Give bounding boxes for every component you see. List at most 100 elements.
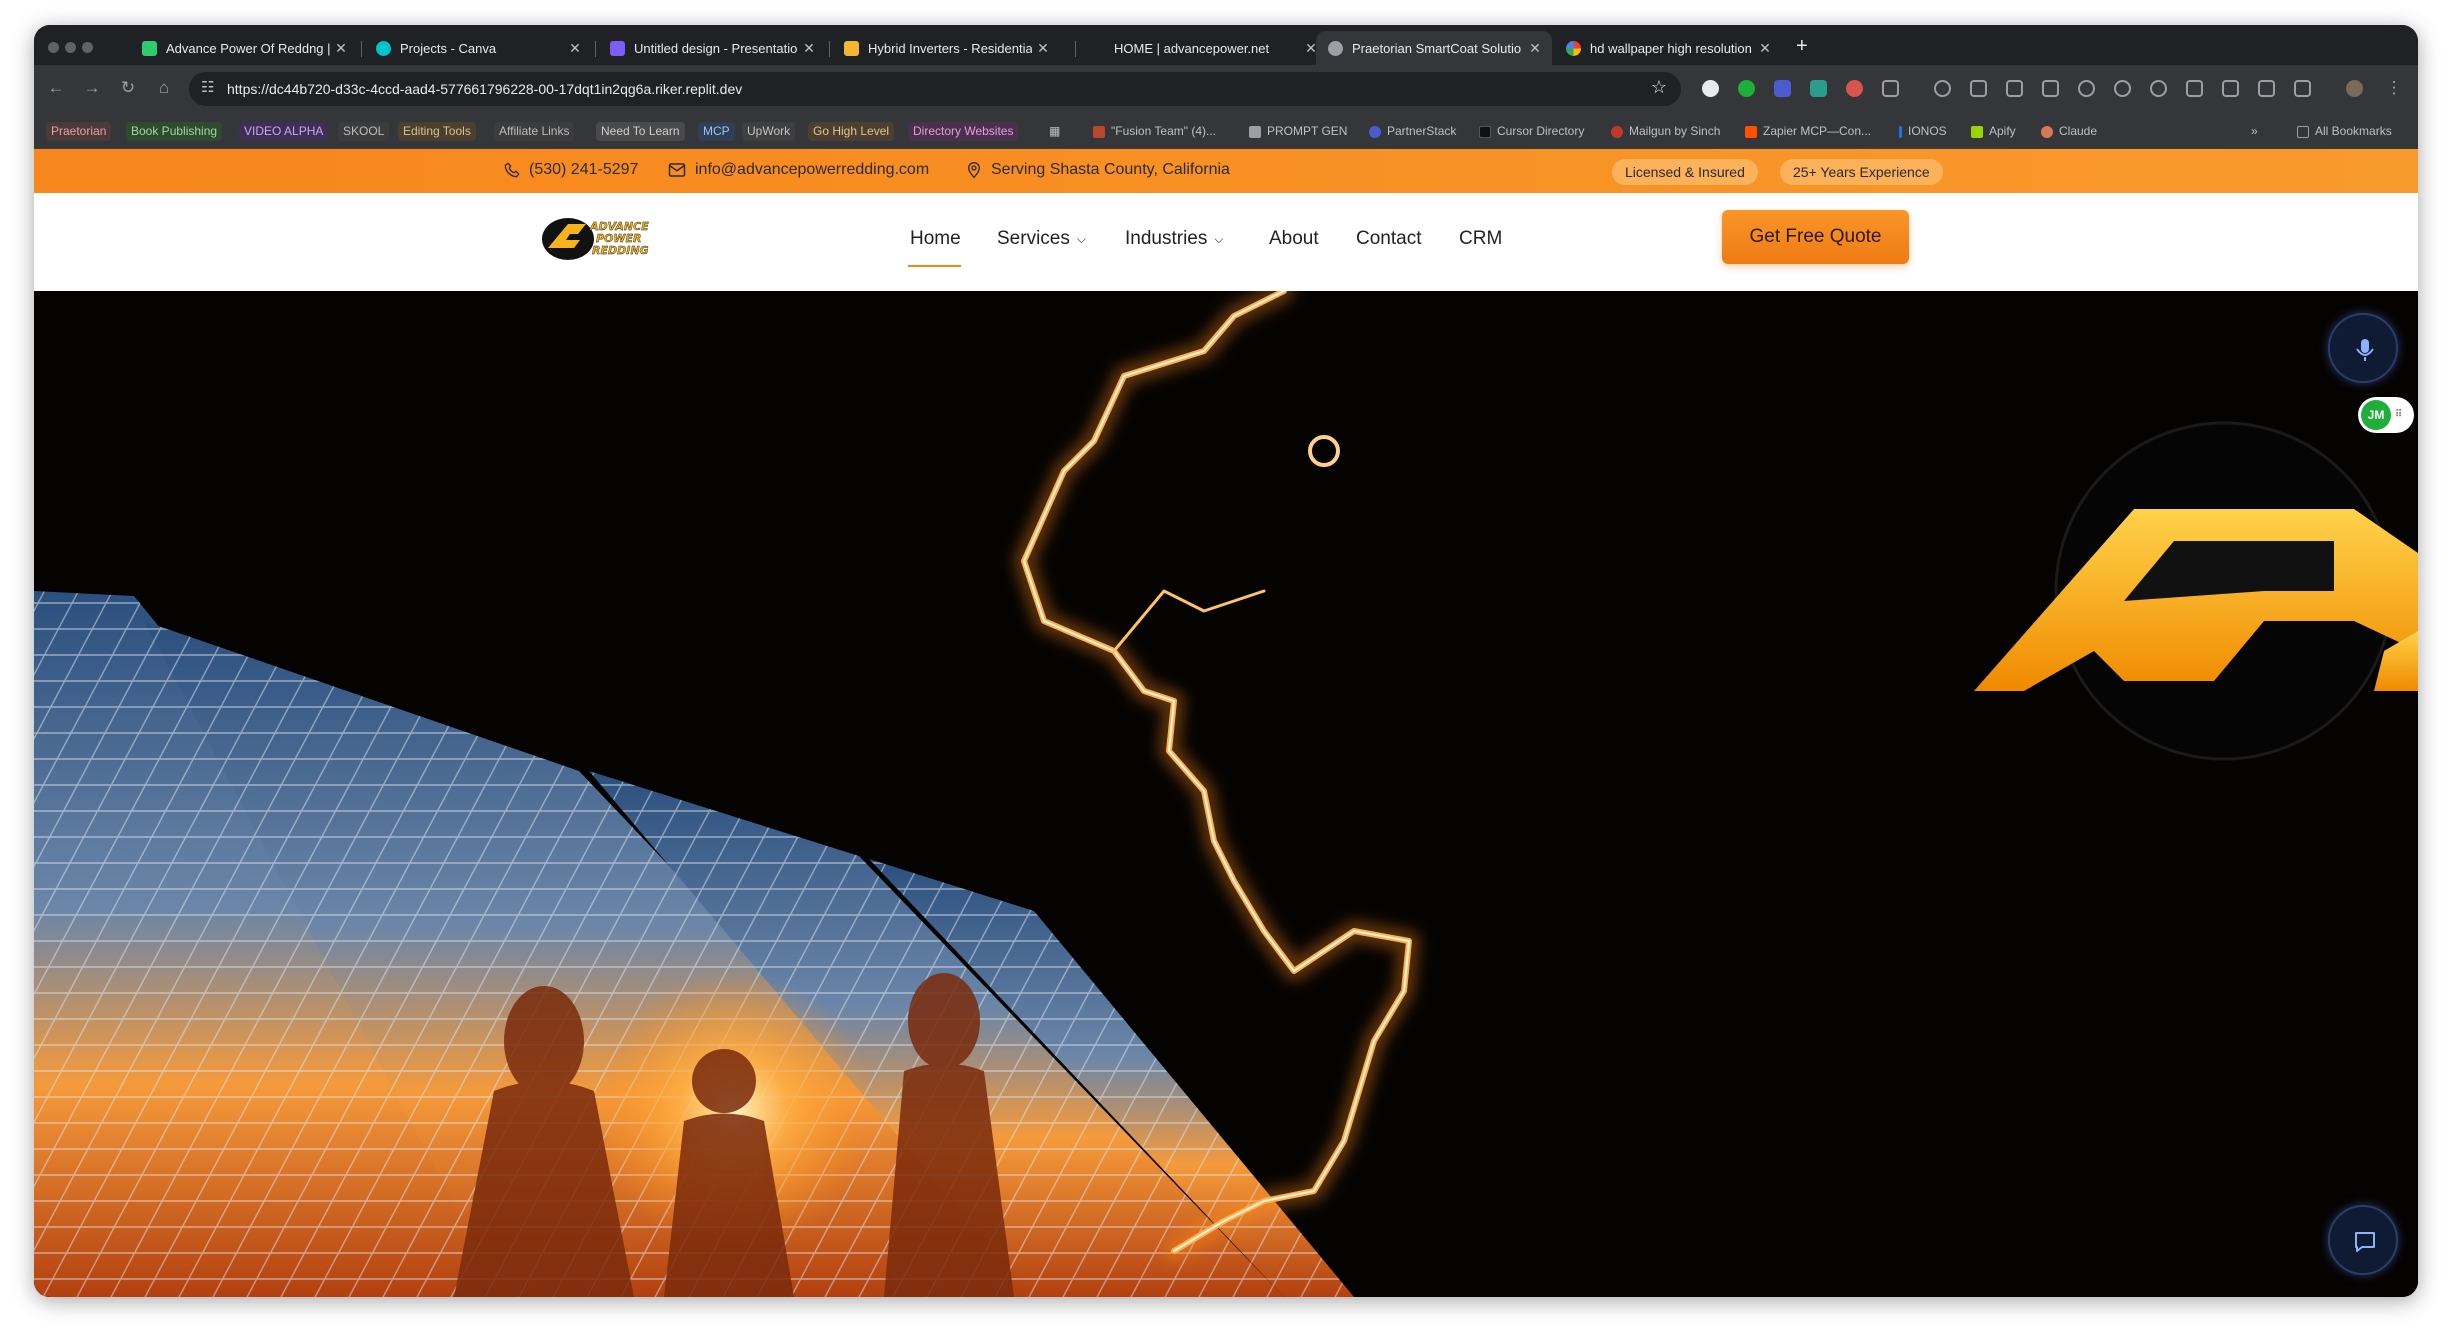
download-icon[interactable] [2294,80,2311,97]
extension-icon[interactable] [1702,80,1719,97]
browser-toolbar: ← → ↻ ⌂ ☷ https://dc44b720-d33c-4ccd-aad… [34,65,2418,113]
bookmark-label: Apify [1989,124,2016,138]
history-icon[interactable] [2150,80,2167,97]
site-logo[interactable]: ADVANCE POWER REDDING [540,212,680,262]
bookmark-link[interactable]: PROMPT GEN [1244,122,1352,141]
bookmark-link[interactable]: Mailgun by Sinch [1606,122,1725,141]
forward-icon[interactable]: → [80,78,104,98]
bookmark-link[interactable]: Claude [2036,122,2102,141]
chat-widget-button[interactable] [2328,1205,2398,1275]
drag-handle-icon[interactable]: ⠿ [2395,400,2402,430]
jm-extension-badge[interactable]: JM ⠿ [2358,397,2414,433]
jm-badge-text: JM [2361,400,2391,430]
tab-close-icon[interactable]: ✕ [564,40,586,57]
chevron-down-icon: ⌵ [1076,231,1086,246]
bookmark-folder[interactable]: SKOOL [338,122,390,141]
profile-avatar[interactable] [2346,80,2363,97]
licensed-badge: Licensed & Insured [1612,159,1758,185]
key-icon[interactable] [2078,80,2095,97]
chevron-down-icon: ⌵ [1214,231,1224,246]
get-free-quote-button[interactable]: Get Free Quote [1722,210,1909,264]
tab-close-icon[interactable]: ✕ [1754,40,1776,57]
bookmark-link[interactable]: PartnerStack [1364,122,1461,141]
tab-close-icon[interactable]: ✕ [798,40,820,57]
extension-icon[interactable] [1774,80,1791,97]
bookmark-link[interactable]: "Fusion Team" (4)... [1088,122,1221,141]
close-window-dot[interactable] [48,42,59,53]
address-bar[interactable]: ☷ https://dc44b720-d33c-4ccd-aad4-577661… [189,72,1681,106]
extension-icon[interactable] [1970,80,1987,97]
bookmark-folder[interactable]: Book Publishing [126,122,223,141]
nav-industries[interactable]: Industries ⌵ [1125,228,1223,250]
tab-close-icon[interactable]: ✕ [1032,40,1054,57]
new-tab-button[interactable]: + [1796,35,1808,58]
email-address: info@advancepowerredding.com [695,161,930,178]
tab-close-icon[interactable]: ✕ [1524,40,1546,57]
active-nav-underline [908,265,961,267]
bookmark-folder[interactable]: Praetorian [46,122,112,141]
phone-icon [504,162,520,178]
more-bookmarks-icon[interactable]: » [2246,122,2263,141]
reload-icon[interactable]: ↻ [116,78,140,98]
bookmark-folder[interactable]: MCP [698,122,735,141]
puzzle-icon[interactable] [1882,80,1899,97]
tab-title: hd wallpaper high resolution [1590,40,1752,56]
browser-tab[interactable]: Advance Power Of Reddng | P ✕ [130,31,358,65]
bookmark-link[interactable]: Cursor Directory [1474,122,1589,141]
tab-bar: Advance Power Of Reddng | P ✕ Projects -… [34,25,2418,65]
bookmark-label: IONOS [1908,124,1947,138]
bookmark-folder[interactable]: Affiliate Links [494,122,575,141]
code-icon[interactable] [2186,80,2203,97]
bookmark-star-icon[interactable]: ☆ [1651,77,1667,98]
extension-icon[interactable] [1738,80,1755,97]
nav-services[interactable]: Services ⌵ [997,228,1086,250]
email-link[interactable]: info@advancepowerredding.com [668,161,929,179]
translate-icon[interactable] [2258,80,2275,97]
site-settings-icon[interactable]: ☷ [201,78,214,96]
voice-assistant-button[interactable] [2328,313,2398,383]
bookmark-folder[interactable]: Need To Learn [596,122,685,141]
hero-section: JM ⠿ [34,291,2418,1297]
bookmark-link[interactable]: Zapier MCP—Con... [1740,122,1876,141]
tab-close-icon[interactable]: ✕ [330,40,352,57]
phone-link[interactable]: (530) 241-5297 [504,161,638,179]
browser-tab[interactable]: HOME | advancepower.net ✕ [1078,31,1328,65]
bookmark-folder[interactable]: VIDEO ALPHA [239,122,329,141]
bookmark-folder[interactable]: Go High Level [808,122,895,141]
extension-icon[interactable] [1846,80,1863,97]
bookmark-link[interactable]: Apify [1966,122,2021,141]
extension-icon[interactable] [1810,80,1827,97]
link-icon[interactable] [1934,80,1951,97]
star-icon[interactable] [2114,80,2131,97]
bookmark-folder[interactable]: UpWork [742,122,796,141]
menu-icon[interactable]: ⋮ [2382,78,2406,98]
bookmark-folder[interactable]: Directory Websites [908,122,1019,141]
nav-home[interactable]: Home [910,228,961,250]
tab-favicon-icon [376,40,391,56]
back-icon[interactable]: ← [44,78,68,98]
tab-title: Untitled design - Presentation [634,40,798,56]
extension-icon[interactable] [2006,80,2023,97]
minimize-window-dot[interactable] [65,42,76,53]
bookmark-link[interactable]: IONOS [1894,122,1952,141]
nav-contact[interactable]: Contact [1356,228,1421,250]
bookmark-label: Mailgun by Sinch [1629,124,1721,138]
trash-icon[interactable] [2222,80,2239,97]
zoom-window-dot[interactable] [82,42,93,53]
extension-icon[interactable] [2042,80,2059,97]
browser-tab[interactable]: Projects - Canva ✕ [364,31,592,65]
browser-tab-active[interactable]: Praetorian SmartCoat Solutio ✕ [1316,31,1552,65]
browser-tab[interactable]: Hybrid Inverters - Residential ✕ [832,31,1060,65]
nav-about[interactable]: About [1269,228,1319,250]
nav-crm[interactable]: CRM [1459,228,1502,250]
browser-tab[interactable]: Untitled design - Presentation ✕ [598,31,826,65]
bookmark-label: Zapier MCP—Con... [1763,124,1872,138]
home-icon[interactable]: ⌂ [152,78,176,98]
apps-grid-icon[interactable]: ▦ [1044,122,1065,141]
phone-number: (530) 241-5297 [529,161,639,178]
all-bookmarks-button[interactable]: All Bookmarks [2292,122,2397,141]
nav-services-label: Services [997,228,1070,249]
bookmark-folder[interactable]: Editing Tools [398,122,476,141]
tab-favicon-icon [1328,40,1343,56]
browser-tab[interactable]: hd wallpaper high resolution ✕ [1554,31,1782,65]
